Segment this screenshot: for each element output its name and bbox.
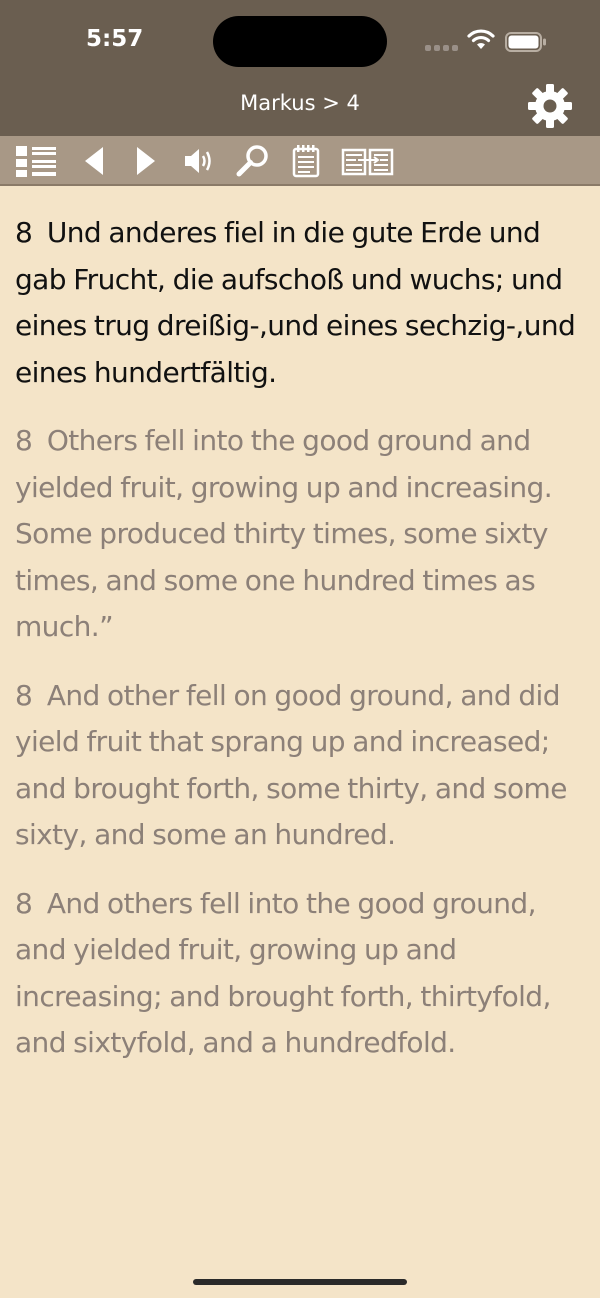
previous-chapter-button[interactable]	[76, 142, 112, 180]
wifi-icon	[467, 29, 495, 49]
search-button[interactable]	[233, 142, 273, 180]
previous-icon	[85, 147, 103, 175]
gear-icon	[528, 84, 572, 128]
home-indicator	[193, 1279, 407, 1285]
header: 5:57 Markus > 4	[0, 0, 600, 136]
compare-translations-button[interactable]	[338, 142, 398, 180]
verse-paragraph[interactable]: 8 Others fell into the good ground and y…	[15, 418, 580, 651]
toolbar	[0, 136, 600, 186]
audio-button[interactable]	[180, 142, 218, 180]
nav-title: Markus > 4	[240, 91, 360, 115]
status-time: 5:57	[86, 26, 144, 52]
dynamic-island	[213, 16, 387, 67]
speaker-icon	[185, 149, 211, 173]
verse-gap	[15, 651, 580, 673]
next-icon	[137, 147, 155, 175]
verse-text: Others fell into the good ground and yie…	[15, 424, 553, 643]
next-chapter-button[interactable]	[128, 142, 164, 180]
compare-icon	[341, 148, 394, 176]
notes-button[interactable]	[288, 142, 324, 180]
verse-text: Und anderes fiel in die gute Erde und ga…	[15, 216, 576, 389]
verse-text: And other fell on good ground, and did y…	[15, 678, 567, 852]
list-icon	[16, 146, 56, 177]
verse-gap	[15, 859, 580, 881]
verse-number: 8	[15, 678, 33, 712]
search-icon	[236, 145, 268, 177]
screen: 5:57 Markus > 4 8 Und anderes fiel in di…	[0, 0, 600, 1298]
verse-paragraph[interactable]: 8 And others fell into the good ground, …	[15, 881, 580, 1067]
chapter-list-button[interactable]	[12, 142, 60, 180]
battery-icon	[505, 32, 546, 52]
settings-button[interactable]	[526, 82, 574, 130]
verse-number: 8	[15, 424, 33, 457]
verse-paragraph[interactable]: 8 Und anderes fiel in die gute Erde und …	[15, 210, 580, 396]
verse-number: 8	[15, 886, 33, 920]
verse-gap	[15, 396, 580, 418]
verse-list: 8 Und anderes fiel in die gute Erde und …	[15, 210, 580, 1067]
verse-text: And others fell into the good ground, an…	[15, 886, 551, 1060]
verse-paragraph[interactable]: 8 And other fell on good ground, and did…	[15, 673, 580, 859]
cellular-signal-icon	[425, 43, 459, 51]
verse-number: 8	[15, 216, 33, 249]
notes-icon	[292, 145, 320, 178]
